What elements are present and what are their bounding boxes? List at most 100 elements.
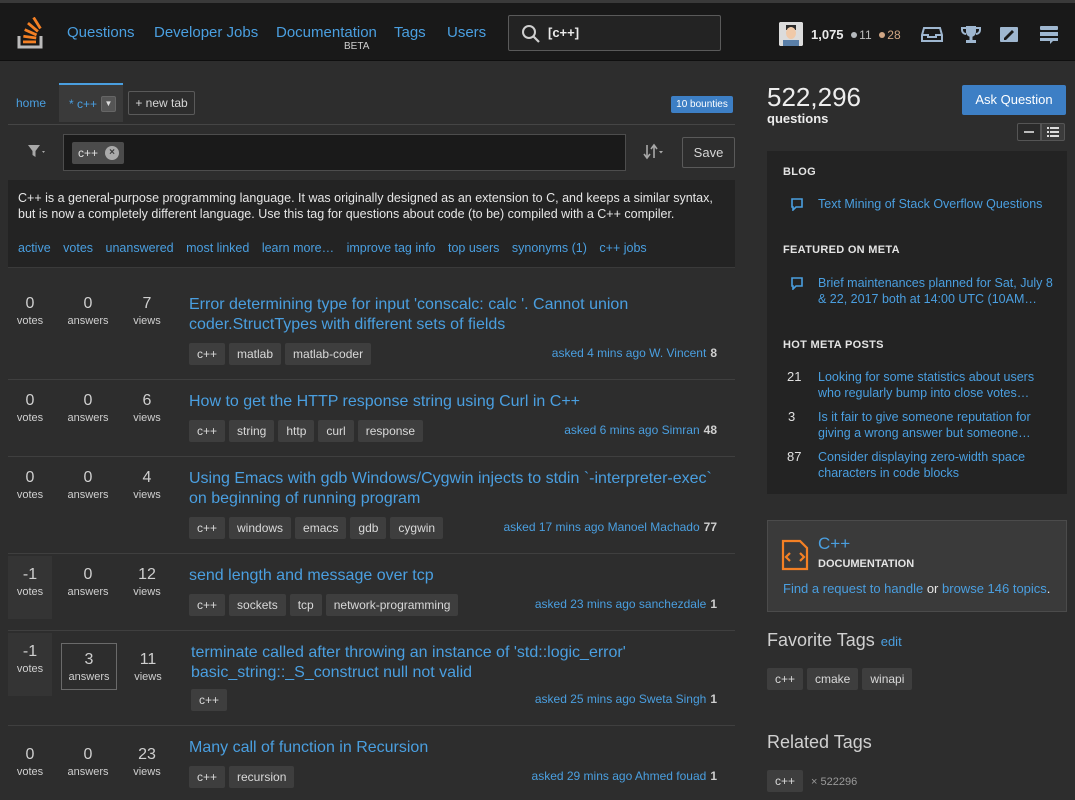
filter-chip-label: c++ — [78, 146, 99, 160]
asker-name[interactable]: Manoel Machado — [608, 520, 700, 534]
tag-emacs[interactable]: emacs — [295, 517, 347, 539]
remove-chip-icon[interactable]: × — [105, 146, 120, 160]
tag-link-jobs[interactable]: c++ jobs — [599, 241, 646, 255]
tag-matlab[interactable]: matlab — [229, 343, 282, 365]
tab-cpp[interactable]: * c++ ▼ — [59, 83, 123, 122]
nav-documentation[interactable]: Documentation — [276, 24, 377, 41]
find-request-link[interactable]: Find a request to handle — [783, 581, 923, 596]
nav-users[interactable]: Users — [447, 24, 486, 41]
views-label: views — [133, 489, 161, 501]
favorite-tags-heading: Favorite Tags edit — [767, 630, 902, 651]
asked-time[interactable]: asked 17 mins ago — [504, 520, 605, 534]
question-title[interactable]: How to get the HTTP response string usin… — [189, 392, 729, 412]
hot-meta-link[interactable]: Is it fair to give someone reputation fo… — [818, 409, 1053, 441]
silver-badge-count: 11 — [859, 28, 872, 42]
bounties-badge[interactable]: 10 bounties — [671, 96, 733, 113]
inbox-icon[interactable] — [921, 24, 943, 44]
ask-question-button[interactable]: Ask Question — [962, 85, 1066, 115]
question-title[interactable]: Using Emacs with gdb Windows/Cygwin inje… — [189, 469, 729, 509]
tag-link-most-linked[interactable]: most linked — [186, 241, 249, 255]
question-title[interactable]: send length and message over tcp — [189, 566, 729, 586]
tag-sockets[interactable]: sockets — [229, 594, 286, 616]
asker-name[interactable]: Simran — [662, 423, 700, 437]
tag-link-synonyms[interactable]: synonyms (1) — [512, 241, 587, 255]
nav-questions[interactable]: Questions — [67, 24, 135, 41]
hot-meta-link[interactable]: Consider displaying zero-width space cha… — [818, 449, 1053, 481]
filter-chip-cpp[interactable]: c++ × — [72, 142, 125, 164]
tag-matlab-coder[interactable]: matlab-coder — [285, 343, 372, 365]
nav-developer-jobs[interactable]: Developer Jobs — [154, 24, 258, 41]
stackoverflow-logo-icon[interactable] — [17, 17, 45, 49]
tag-cpp[interactable]: c++ — [189, 343, 226, 365]
tag-http[interactable]: http — [278, 420, 315, 442]
views-count: 4 — [142, 469, 152, 486]
favorite-tag-cmake[interactable]: cmake — [807, 668, 859, 690]
nav-tags[interactable]: Tags — [394, 24, 426, 41]
tag-filter-input[interactable]: c++ × — [63, 134, 626, 171]
tag-response[interactable]: response — [357, 420, 424, 442]
tag-string[interactable]: string — [229, 420, 275, 442]
tab-home[interactable]: home — [16, 96, 46, 110]
question-title[interactable]: terminate called after throwing an insta… — [191, 643, 731, 683]
tag-recursion[interactable]: recursion — [229, 766, 295, 788]
tab-caret-down-icon[interactable]: ▼ — [101, 96, 116, 112]
new-tab-button[interactable]: + new tab — [128, 91, 195, 115]
question-row: 0 votes 0 answers 23 views Many call of … — [8, 738, 735, 800]
documentation-title[interactable]: C++ — [818, 534, 850, 554]
asked-time[interactable]: asked 6 mins ago — [564, 423, 658, 437]
stackexchange-menu-icon[interactable] — [1038, 24, 1060, 44]
list-view-button[interactable] — [1041, 123, 1065, 141]
asked-time[interactable]: asked 23 mins ago — [535, 597, 636, 611]
tag-cpp[interactable]: c++ — [189, 420, 226, 442]
tag-cygwin[interactable]: cygwin — [390, 517, 444, 539]
asked-time[interactable]: asked 4 mins ago — [552, 346, 646, 360]
compact-view-button[interactable] — [1017, 123, 1041, 141]
asker-name[interactable]: sanchezdale — [639, 597, 706, 611]
tag-curl[interactable]: curl — [318, 420, 354, 442]
question-title[interactable]: Error determining type for input 'consca… — [189, 295, 729, 335]
search-input[interactable]: [c++] — [508, 15, 721, 51]
asked-time[interactable]: asked 29 mins ago — [532, 769, 633, 783]
tag-cpp[interactable]: c++ — [189, 766, 226, 788]
answers-stat: 3 answers — [61, 643, 117, 690]
votes-label: votes — [16, 412, 44, 424]
asker-name[interactable]: Sweta Singh — [639, 692, 706, 706]
asked-time[interactable]: asked 25 mins ago — [535, 692, 636, 706]
favorite-tag-cpp[interactable]: c++ — [767, 668, 804, 690]
tag-cpp[interactable]: c++ — [189, 594, 226, 616]
tag-windows[interactable]: windows — [229, 517, 292, 539]
favorite-tags-edit-link[interactable]: edit — [881, 634, 902, 649]
question-row: 0 votes 0 answers 7 views Error determin… — [8, 295, 735, 380]
favorite-tag-winapi[interactable]: winapi — [862, 668, 913, 690]
featured-meta-link[interactable]: Brief maintenances planned for Sat, July… — [818, 275, 1053, 307]
related-tag-cpp[interactable]: c++ — [767, 770, 804, 792]
question-title[interactable]: Many call of function in Recursion — [189, 738, 729, 758]
tag-gdb[interactable]: gdb — [350, 517, 387, 539]
tag-link-top-users[interactable]: top users — [448, 241, 499, 255]
tag-link-votes[interactable]: votes — [63, 241, 93, 255]
question-tags: c++ matlab matlab-coder — [189, 343, 375, 365]
achievements-icon[interactable] — [960, 24, 982, 44]
browse-topics-link[interactable]: browse 146 topics — [942, 581, 1047, 596]
hot-meta-link[interactable]: Looking for some statistics about users … — [818, 369, 1053, 401]
tag-link-improve-tag-info[interactable]: improve tag info — [347, 241, 436, 255]
review-icon[interactable] — [998, 24, 1020, 44]
tag-cpp[interactable]: c++ — [189, 517, 226, 539]
asker-name[interactable]: Ahmed fouad — [635, 769, 706, 783]
save-filter-button[interactable]: Save — [682, 137, 735, 168]
votes-count: 0 — [25, 295, 35, 312]
tag-link-learn-more[interactable]: learn more… — [262, 241, 334, 255]
tag-link-active[interactable]: active — [18, 241, 51, 255]
tag-network-programming[interactable]: network-programming — [325, 594, 459, 616]
tag-cpp[interactable]: c++ — [191, 689, 228, 711]
tag-tcp[interactable]: tcp — [289, 594, 322, 616]
sort-icon[interactable] — [643, 142, 665, 162]
filter-icon[interactable] — [27, 143, 47, 161]
reputation-block[interactable]: 1,075 11 28 — [811, 27, 901, 42]
blog-post-link[interactable]: Text Mining of Stack Overflow Questions — [818, 196, 1053, 212]
tag-link-unanswered[interactable]: unanswered — [106, 241, 174, 255]
related-tag-count: × 522296 — [811, 776, 858, 788]
documentation-period: . — [1046, 581, 1051, 596]
asker-name[interactable]: W. Vincent — [649, 346, 706, 360]
avatar[interactable] — [779, 22, 803, 46]
